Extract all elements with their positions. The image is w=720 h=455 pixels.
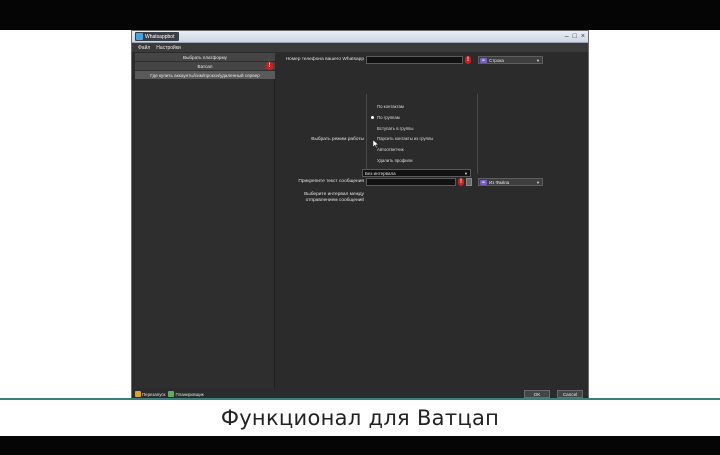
- radio-selected-icon: [371, 116, 374, 119]
- window-titlebar[interactable]: Whatsappbot – □ ×: [132, 31, 588, 43]
- phone-source-select[interactable]: ab Строка ▼: [478, 56, 543, 64]
- message-warning-icon: !: [458, 178, 464, 186]
- warning-badge-icon: !: [266, 62, 273, 70]
- mode-option-parse-contacts[interactable]: Парсить контакты из группы: [371, 136, 433, 141]
- phone-input[interactable]: [366, 56, 463, 64]
- video-letterbox-bottom: [0, 436, 720, 455]
- sidebar-item-label: Выбрать платформу: [183, 54, 227, 60]
- maximize-icon[interactable]: □: [573, 32, 577, 41]
- app-window: Whatsappbot – □ × Файл Настройки Выбрать…: [131, 30, 589, 400]
- menu-bar: Файл Настройки: [132, 43, 588, 52]
- ok-button[interactable]: OK: [524, 390, 550, 398]
- phone-label: Номер телефона вашего Whatsapp: [285, 57, 364, 62]
- minimize-icon[interactable]: –: [565, 32, 569, 41]
- interval-value: Без интервала: [365, 170, 396, 176]
- mode-option-join-groups[interactable]: Вступать в группы: [371, 126, 413, 131]
- chevron-down-icon: ▼: [536, 58, 540, 63]
- message-source-value: Из Файла: [489, 179, 510, 185]
- radio-icon: [371, 159, 374, 162]
- caption-text: Функционал для Ватцап: [220, 406, 500, 430]
- restart-icon: [135, 391, 141, 397]
- scheduler-button[interactable]: Планировщик: [168, 391, 204, 397]
- restart-button[interactable]: Перезапуск: [135, 391, 165, 397]
- sidebar-item-label: Ватсап: [197, 63, 213, 69]
- cancel-button[interactable]: Cancel: [557, 390, 583, 398]
- text-source-icon: ab: [480, 179, 487, 185]
- mode-radio-group: По контактам По группам Вступать в групп…: [366, 94, 478, 174]
- message-input[interactable]: [366, 178, 456, 186]
- settings-panel: Номер телефона вашего Whatsapp ! ab Стро…: [278, 53, 586, 388]
- window-controls: – □ ×: [565, 32, 585, 41]
- message-label: Прикрепите текст сообщения: [298, 179, 364, 184]
- phone-source-value: Строка: [489, 57, 504, 63]
- mode-option-label: Вступать в группы: [377, 126, 414, 131]
- radio-icon: [371, 148, 374, 151]
- mode-option-label: Автоответчик: [377, 147, 404, 152]
- sidebar-item-label: Где купить аккаунты/сим/прокси/удаленный…: [150, 72, 260, 78]
- sidebar-item-whatsapp[interactable]: Ватсап !: [135, 62, 275, 70]
- mouse-cursor-icon: [373, 140, 379, 148]
- calendar-icon: [168, 391, 175, 397]
- mode-option-groups[interactable]: По группам: [371, 115, 400, 120]
- close-icon[interactable]: ×: [581, 32, 585, 41]
- mode-label: Выбрать режим работы: [311, 137, 364, 142]
- window-title-tab: Whatsappbot: [135, 32, 179, 41]
- app-icon: [136, 33, 143, 40]
- video-letterbox-top: [0, 0, 720, 30]
- window-title: Whatsappbot: [145, 33, 175, 40]
- scheduler-label: Планировщик: [175, 391, 204, 397]
- menu-item-file[interactable]: Файл: [138, 45, 150, 51]
- mode-option-label: По контактам: [377, 104, 404, 109]
- interval-label-line2: отправлением сообщений: [305, 198, 364, 203]
- mode-option-label: Парсить контакты из группы: [377, 136, 434, 141]
- sidebar: Выбрать платформу Ватсап ! Где купить ак…: [135, 53, 275, 388]
- restart-label: Перезапуск: [142, 391, 166, 397]
- radio-icon: [371, 105, 374, 108]
- sidebar-item-choose-platform[interactable]: Выбрать платформу: [135, 53, 275, 61]
- message-source-select[interactable]: ab Из Файла ▼: [478, 178, 543, 186]
- phone-warning-icon: !: [465, 56, 471, 64]
- mode-option-delete-profiles[interactable]: Удалить профили: [371, 158, 413, 163]
- text-source-icon: ab: [480, 57, 487, 63]
- radio-icon: [371, 127, 374, 130]
- interval-select[interactable]: Без интервала ▼: [362, 169, 471, 177]
- video-caption: Функционал для Ватцап: [0, 398, 720, 436]
- mode-option-label: По группам: [377, 115, 400, 120]
- interval-label-line1: Выберите интервал между: [304, 192, 364, 197]
- chevron-down-icon: ▼: [536, 180, 540, 185]
- menu-item-settings[interactable]: Настройки: [156, 45, 181, 51]
- mode-option-label: Удалить профили: [377, 158, 413, 163]
- browse-file-button[interactable]: [466, 178, 472, 186]
- chevron-down-icon: ▼: [464, 171, 468, 176]
- sidebar-item-where-to-buy[interactable]: Где купить аккаунты/сим/прокси/удаленный…: [135, 71, 275, 79]
- mode-option-contacts[interactable]: По контактам: [371, 104, 404, 109]
